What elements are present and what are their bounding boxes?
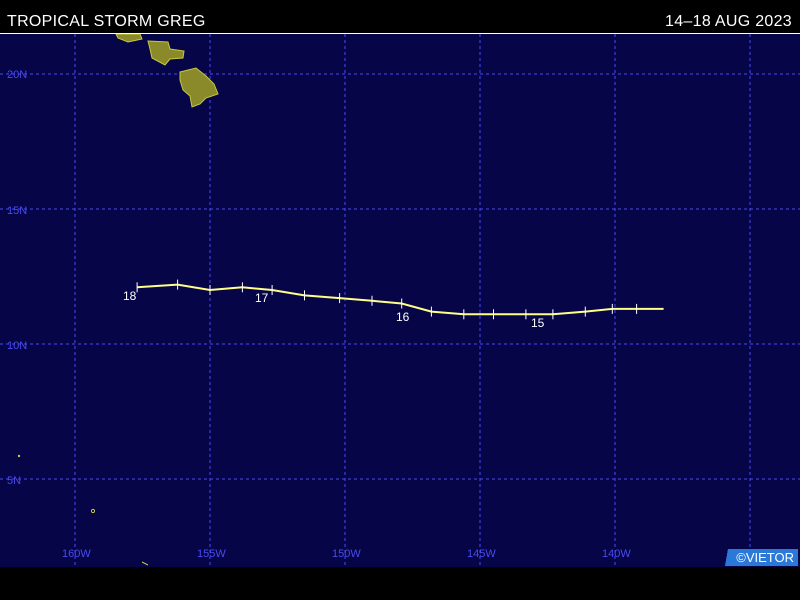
day-label-15: 15: [531, 316, 545, 330]
lon-label-150w: 150W: [332, 548, 361, 560]
track-map: 18 17 16 15 20N 15N 10N 5N 160W 155W 150…: [0, 33, 800, 568]
storm-title: TROPICAL STORM GREG: [7, 13, 206, 30]
lat-label-5n: 5N: [7, 475, 21, 487]
lon-label-140w: 140W: [602, 548, 631, 560]
date-range: 14–18 AUG 2023: [665, 13, 792, 30]
footer-bar: [0, 567, 800, 600]
lon-label-155w: 155W: [197, 548, 226, 560]
atoll-mark: [141, 561, 149, 566]
day-label-16: 16: [396, 310, 410, 324]
atoll-dot: [90, 508, 96, 514]
lon-label-145w: 145W: [467, 548, 496, 560]
day-label-18: 18: [123, 289, 137, 303]
lat-label-15n: 15N: [7, 205, 27, 217]
credit-badge: ©VIETOR: [718, 549, 798, 566]
lat-label-10n: 10N: [7, 340, 27, 352]
lat-label-20n: 20N: [7, 69, 27, 81]
header-bar: TROPICAL STORM GREG 14–18 AUG 2023: [0, 0, 800, 33]
hawaiian-islands: [115, 33, 219, 108]
atoll-dot: [17, 454, 21, 458]
lon-label-160w: 160W: [62, 548, 91, 560]
graticule: [0, 34, 800, 568]
day-label-17: 17: [255, 291, 269, 305]
map-panel: 18 17 16 15 20N 15N 10N 5N 160W 155W 150…: [0, 33, 800, 568]
